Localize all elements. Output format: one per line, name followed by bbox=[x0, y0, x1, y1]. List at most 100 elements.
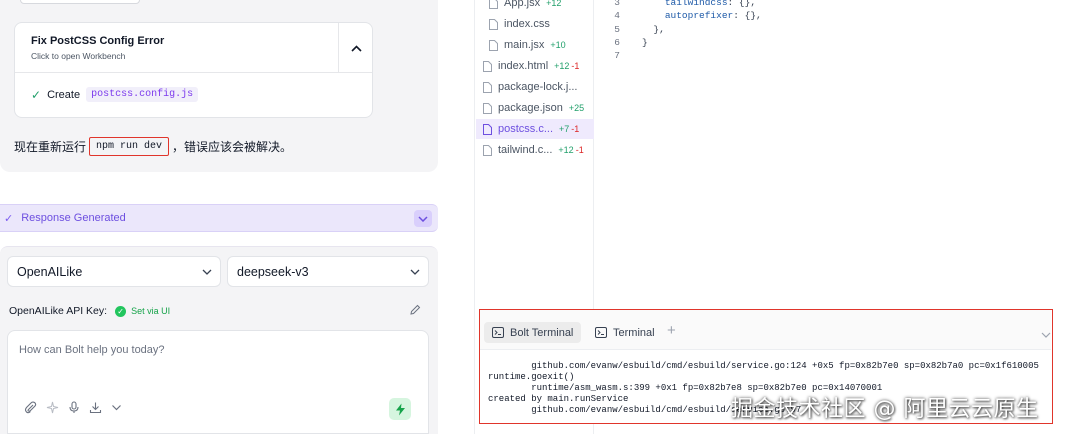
chevron-down-icon bbox=[418, 215, 428, 222]
prompt-input[interactable]: How can Bolt help you today? bbox=[7, 330, 429, 434]
file-tree-item-name: main.jsx bbox=[504, 39, 545, 51]
file-icon bbox=[489, 0, 498, 9]
file-tree-item[interactable]: main.jsx +10 bbox=[476, 35, 594, 55]
chevron-down-icon bbox=[410, 269, 420, 275]
code-line: 6} bbox=[595, 36, 648, 50]
file-icon bbox=[489, 18, 498, 30]
attach-button[interactable] bbox=[24, 401, 37, 414]
file-tree-item[interactable]: index.html +12 -1 bbox=[476, 56, 594, 76]
lightning-icon bbox=[395, 403, 405, 415]
diff-added-count: +12 bbox=[546, 0, 562, 8]
terminal-icon bbox=[492, 327, 504, 338]
tab-bolt-terminal[interactable]: Bolt Terminal bbox=[484, 322, 582, 343]
code-text: } bbox=[642, 36, 648, 48]
file-icon bbox=[483, 81, 492, 93]
file-tree-item-name: package-lock.j... bbox=[498, 81, 578, 93]
paperclip-icon bbox=[24, 401, 37, 414]
line-number: 3 bbox=[614, 0, 620, 8]
terminal-icon bbox=[595, 327, 607, 338]
code-key: tailwindcss bbox=[664, 0, 728, 8]
assistant-message: Fix PostCSS Config Error Click to open W… bbox=[0, 0, 438, 172]
file-icon bbox=[483, 60, 492, 72]
enhance-prompt-button[interactable] bbox=[46, 401, 59, 414]
diff-removed-count: -1 bbox=[571, 61, 580, 71]
file-tree-item[interactable]: index.css bbox=[476, 14, 594, 34]
file-tree-item-name: index.html bbox=[498, 60, 549, 72]
tab-terminal[interactable]: Terminal bbox=[587, 322, 663, 343]
watermark: 掘金技术社区 @ 阿里云云原生 bbox=[731, 397, 1039, 422]
edit-api-key-button[interactable] bbox=[409, 304, 421, 319]
model-select[interactable]: deepseek-v3 bbox=[227, 256, 429, 287]
file-tree-item-name: App.jsx bbox=[504, 0, 541, 9]
code-line: 3 tailwindcss: {}, bbox=[595, 0, 756, 10]
code-editor[interactable]: 3 tailwindcss: {}, 4 autoprefixer: {}, 5 }… bbox=[595, 0, 1080, 310]
file-tree-item[interactable]: App.jsx +12 bbox=[476, 0, 594, 13]
artifact-subtitle: Click to open Workbench bbox=[31, 51, 126, 61]
artifact-collapse-button[interactable] bbox=[338, 23, 372, 73]
chevron-up-icon bbox=[351, 44, 362, 52]
diff-added-count: +7 bbox=[559, 124, 570, 134]
message-command: npm run dev bbox=[89, 137, 170, 156]
api-key-label: OpenAILike API Key: bbox=[9, 305, 108, 317]
artifact-card[interactable]: Fix PostCSS Config Error Click to open W… bbox=[14, 22, 373, 118]
code-line: 5 }, bbox=[595, 24, 665, 37]
message-text-after: ，错误应该会被解决。 bbox=[172, 140, 293, 154]
response-expand-button[interactable] bbox=[414, 210, 432, 227]
artifact-header[interactable]: Fix PostCSS Config Error Click to open W… bbox=[15, 23, 372, 73]
file-tree-item[interactable]: package-lock.j... bbox=[476, 77, 594, 97]
code-key: autoprefixer bbox=[664, 10, 734, 22]
terminal-tab-bar: Bolt Terminal Terminal + bbox=[480, 310, 1051, 350]
add-terminal-button[interactable]: + bbox=[667, 322, 676, 339]
diff-removed-count: -1 bbox=[575, 145, 584, 155]
code-text: : {}, bbox=[733, 10, 762, 22]
chevron-down-icon bbox=[112, 405, 121, 411]
provider-select[interactable]: OpenAILike bbox=[7, 256, 221, 287]
code-line: 7 bbox=[595, 50, 642, 63]
diff-added-count: +12 bbox=[558, 145, 574, 155]
line-number: 7 bbox=[614, 50, 620, 62]
file-tree-item[interactable]: tailwind.c... +12 -1 bbox=[476, 140, 594, 160]
tab-bolt-terminal-label: Bolt Terminal bbox=[510, 326, 574, 339]
previous-artifact-chip[interactable] bbox=[20, 0, 140, 4]
artifact-action-file: postcss.config.js bbox=[86, 87, 199, 102]
response-status-bar[interactable]: ✓ Response Generated bbox=[0, 204, 438, 232]
diff-removed-count: -1 bbox=[571, 124, 580, 134]
send-button[interactable] bbox=[389, 398, 411, 420]
file-tree-item[interactable]: package.json +25 bbox=[476, 98, 594, 118]
api-key-row: OpenAILike API Key: ✓ Set via UI bbox=[9, 305, 170, 317]
terminal-line: runtime.goexit() bbox=[488, 372, 575, 382]
voice-input-button[interactable] bbox=[68, 401, 80, 414]
response-status: Response Generated bbox=[21, 212, 126, 224]
artifact-title: Fix PostCSS Config Error bbox=[31, 35, 165, 47]
export-button[interactable] bbox=[89, 401, 102, 414]
collapse-terminal-button[interactable] bbox=[1041, 327, 1051, 341]
message-text-before: 现在重新运行 bbox=[14, 140, 87, 154]
artifact-action: ✓ Create postcss.config.js bbox=[31, 87, 199, 102]
chevron-down-icon bbox=[1041, 332, 1051, 338]
prompt-toolbar bbox=[24, 401, 122, 414]
tab-terminal-label: Terminal bbox=[613, 326, 655, 339]
code-text: : {}, bbox=[727, 0, 757, 8]
artifact-action-verb: Create bbox=[47, 88, 81, 101]
sparkle-icon bbox=[46, 401, 59, 414]
pencil-icon bbox=[410, 304, 421, 315]
more-options-button[interactable] bbox=[111, 401, 122, 414]
check-circle-icon: ✓ bbox=[115, 305, 127, 317]
provider-select-value: OpenAILike bbox=[17, 264, 83, 279]
file-tree-item[interactable]: postcss.c... +7 -1 bbox=[476, 119, 594, 139]
api-key-status: Set via UI bbox=[131, 306, 171, 316]
line-number: 5 bbox=[614, 23, 620, 35]
file-icon bbox=[483, 144, 492, 156]
prompt-placeholder: How can Bolt help you today? bbox=[19, 344, 165, 356]
check-icon: ✓ bbox=[31, 87, 42, 102]
chevron-down-icon bbox=[202, 269, 212, 275]
file-tree-item-name: index.css bbox=[504, 18, 550, 30]
microphone-icon bbox=[69, 401, 79, 413]
message-text: 现在重新运行 npm run dev ，错误应该会被解决。 bbox=[14, 137, 292, 156]
file-icon bbox=[483, 102, 492, 114]
line-number: 4 bbox=[614, 10, 620, 22]
diff-added-count: +25 bbox=[568, 103, 585, 113]
